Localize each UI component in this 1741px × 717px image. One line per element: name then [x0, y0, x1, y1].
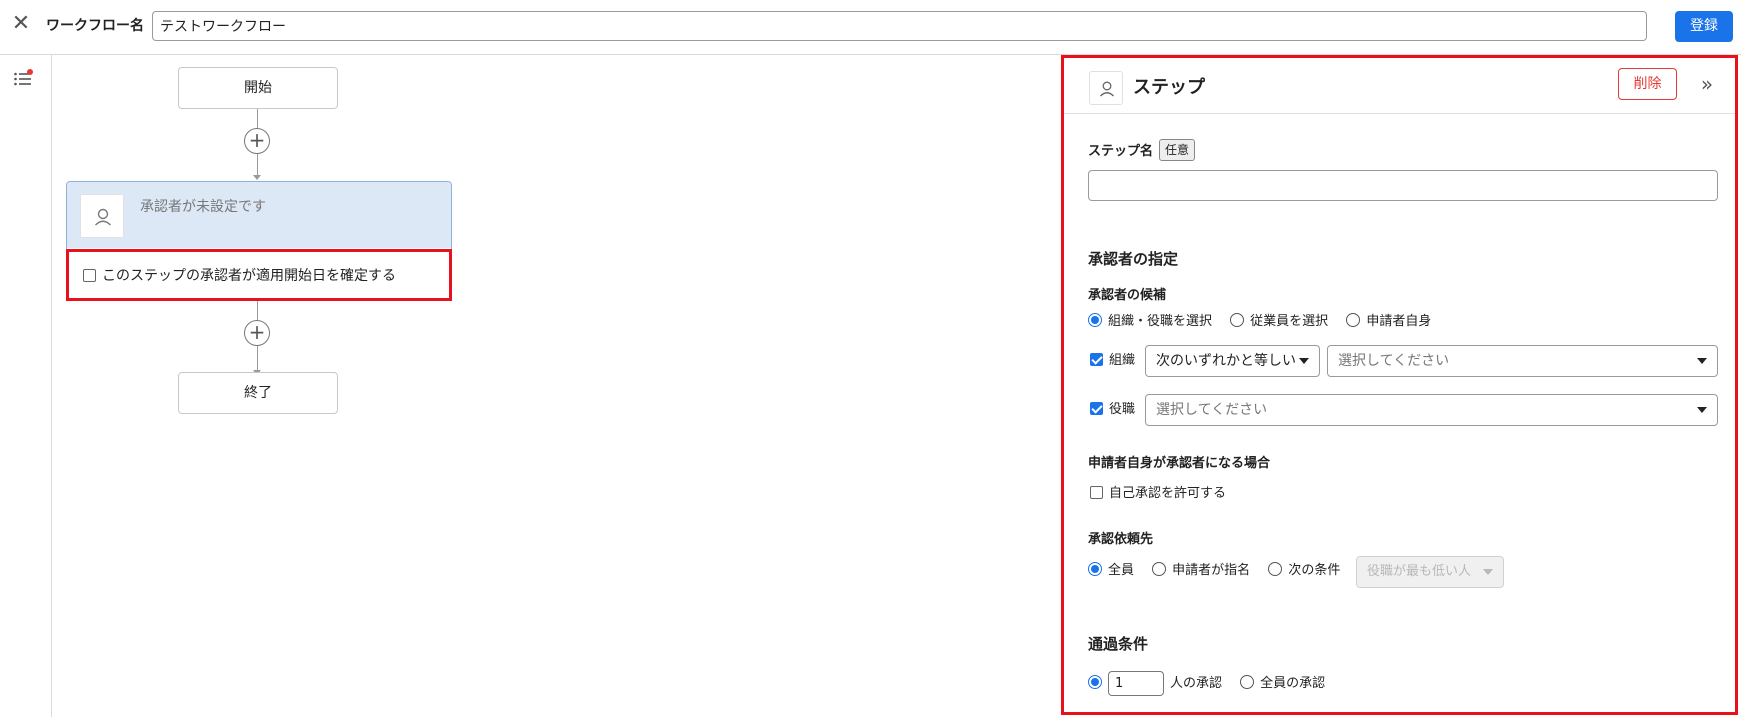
radio-icon[interactable] [1088, 562, 1102, 576]
dropdown-caret-icon [1483, 569, 1493, 575]
optional-badge: 任意 [1159, 139, 1196, 161]
checkbox-icon[interactable] [1090, 402, 1103, 415]
candidates-label: 承認者の候補 [1088, 288, 1167, 303]
step-name-label: ステップ名 任意 [1088, 139, 1196, 163]
left-rail [0, 55, 52, 717]
pass-count-suffix: 人の承認 [1170, 676, 1223, 691]
start-node[interactable]: 開始 [178, 67, 338, 109]
confirm-start-date-checkbox[interactable]: このステップの承認者が適用開始日を確定する [83, 265, 396, 287]
org-checkbox[interactable]: 組織 [1090, 351, 1135, 371]
radio-label: 全員 [1108, 563, 1135, 578]
step-settings-panel: ステップ 削除 » ステップ名 任意 承認者の指定 承認者の候補 組織・役職を選択… [1058, 55, 1741, 717]
checkbox-icon[interactable] [83, 269, 96, 282]
radio-employee[interactable]: 従業員を選択 [1230, 312, 1328, 332]
radio-label: 申請者自身 [1366, 314, 1432, 329]
pass-count-input[interactable]: 1 [1108, 671, 1164, 696]
radio-icon[interactable] [1240, 675, 1255, 689]
user-icon [1089, 71, 1123, 105]
list-menu-icon[interactable] [13, 69, 33, 88]
radio-org-position[interactable]: 組織・役職を選択 [1088, 312, 1212, 332]
self-approval-checkbox[interactable]: 自己承認を許可する [1090, 484, 1226, 504]
pass-condition-title: 通過条件 [1088, 635, 1149, 653]
pass-condition-radio-group: 1 人の承認 全員の承認 [1088, 670, 1339, 697]
self-approver-label: 申請者自身が承認者になる場合 [1088, 456, 1271, 471]
connector-line [257, 154, 258, 176]
close-icon[interactable]: ✕ [10, 13, 32, 35]
radio-applicant-self[interactable]: 申請者自身 [1346, 312, 1431, 332]
connector-line [257, 109, 258, 128]
connector-line [257, 301, 258, 320]
radio-icon[interactable] [1152, 562, 1167, 576]
position-checkbox[interactable]: 役職 [1090, 400, 1135, 420]
position-select[interactable]: 選択してください [1145, 394, 1718, 426]
request-radio-group: 全員 申請者が指名 次の条件 [1088, 561, 1354, 581]
radio-icon[interactable] [1088, 675, 1102, 689]
approver-unset-text: 承認者が未設定です [140, 199, 266, 215]
confirm-start-date-label: このステップの承認者が適用開始日を確定する [102, 268, 396, 284]
workflow-canvas: 開始 + 承認者が未設定です このステップの承認者が適用開始日を確定する + 終… [52, 55, 1058, 717]
add-step-plus-icon[interactable]: + [244, 320, 270, 346]
step-name-input[interactable] [1088, 170, 1718, 201]
request-condition-value: 役職が最も低い人 [1367, 564, 1472, 579]
connector-line [257, 346, 258, 371]
step-card-header: 承認者が未設定です [67, 182, 451, 248]
panel-title: ステップ [1133, 77, 1205, 98]
step-name-label-text: ステップ名 [1088, 144, 1154, 159]
radio-icon[interactable] [1088, 313, 1102, 327]
org-select-placeholder: 選択してください [1338, 353, 1450, 369]
radio-pass-count[interactable]: 1 人の承認 [1088, 670, 1222, 697]
radio-icon[interactable] [1230, 313, 1245, 327]
radio-icon[interactable] [1268, 562, 1283, 576]
radio-icon[interactable] [1346, 313, 1361, 327]
register-button[interactable]: 登録 [1675, 11, 1733, 42]
workflow-name-label: ワークフロー名 [46, 18, 144, 34]
self-approval-label: 自己承認を許可する [1109, 486, 1227, 501]
dropdown-caret-icon [1697, 407, 1707, 413]
position-label: 役職 [1109, 402, 1136, 417]
panel-header: ステップ 削除 » [1061, 58, 1738, 114]
radio-pass-all[interactable]: 全員の承認 [1240, 670, 1325, 697]
checkbox-icon[interactable] [1090, 353, 1103, 366]
delete-button[interactable]: 削除 [1618, 68, 1677, 100]
radio-applicant-nominates[interactable]: 申請者が指名 [1152, 561, 1250, 581]
approver-section-title: 承認者の指定 [1088, 250, 1179, 268]
dropdown-caret-icon [1299, 358, 1309, 364]
end-node[interactable]: 終了 [178, 372, 338, 414]
radio-label: 全員の承認 [1260, 676, 1326, 691]
dropdown-caret-icon [1697, 358, 1707, 364]
radio-label: 次の条件 [1288, 563, 1341, 578]
top-bar: ✕ ワークフロー名 登録 [0, 0, 1741, 55]
user-avatar-icon [80, 194, 124, 238]
radio-label: 従業員を選択 [1250, 314, 1329, 329]
collapse-panel-icon[interactable]: » [1697, 70, 1717, 98]
org-condition-select[interactable]: 次のいずれかと等しい [1145, 345, 1320, 377]
request-to-label: 承認依頼先 [1088, 532, 1154, 547]
arrow-down-icon [253, 175, 261, 180]
candidate-radio-group: 組織・役職を選択 従業員を選択 申請者自身 [1088, 312, 1445, 332]
radio-all-members[interactable]: 全員 [1088, 561, 1134, 581]
radio-next-condition[interactable]: 次の条件 [1268, 561, 1340, 581]
org-condition-value: 次のいずれかと等しい [1156, 353, 1296, 369]
request-condition-select: 役職が最も低い人 [1356, 556, 1504, 588]
add-step-plus-icon[interactable]: + [244, 128, 270, 154]
checkbox-icon[interactable] [1090, 486, 1103, 499]
notification-dot [27, 69, 33, 75]
position-select-placeholder: 選択してください [1156, 402, 1268, 418]
workflow-name-input[interactable] [152, 11, 1647, 41]
org-label: 組織 [1109, 353, 1136, 368]
org-select[interactable]: 選択してください [1327, 345, 1718, 377]
radio-label: 申請者が指名 [1172, 563, 1251, 578]
radio-label: 組織・役職を選択 [1108, 314, 1213, 329]
